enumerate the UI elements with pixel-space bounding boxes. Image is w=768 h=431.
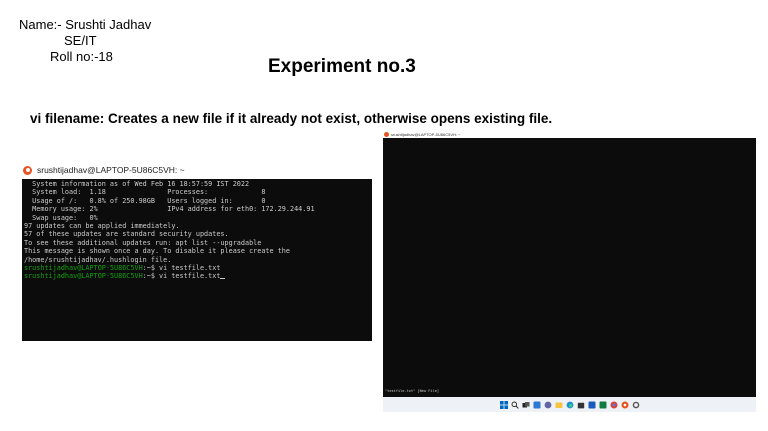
prompt-line: srushtijadhav@LAPTOP-5U86C5VH:~$ vi test… xyxy=(24,272,370,280)
terminal-window-right: srushtijadhav@LAPTOP-5U86C5VH: ~ "testfi… xyxy=(383,130,756,412)
terminal-titlebar: srushtijadhav@LAPTOP-5U86C5VH: ~ xyxy=(22,161,372,179)
task-view-icon[interactable] xyxy=(521,400,530,409)
excel-icon[interactable] xyxy=(598,400,607,409)
terminal-line: To see these additional updates run: apt… xyxy=(24,238,262,247)
ubuntu-icon xyxy=(23,165,32,175)
terminal-line: This message is shown once a day. To dis… xyxy=(24,247,290,256)
vi-status-line: "testfile.txt" [New File] xyxy=(385,389,440,393)
terminal-window-left: srushtijadhav@LAPTOP-5U86C5VH: ~ System … xyxy=(22,161,372,341)
terminal-line: 57 of these updates are standard securit… xyxy=(24,230,229,239)
student-name: Name:- Srushti Jadhav xyxy=(19,17,152,32)
prompt-user: srushtijadhav@LAPTOP-5U86C5VH xyxy=(24,264,143,273)
edge-icon[interactable] xyxy=(565,400,574,409)
chrome-icon[interactable] xyxy=(609,400,618,409)
command-text: vi testfile.txt xyxy=(159,272,221,281)
terminal-output: System information as of Wed Feb 16 18:5… xyxy=(22,179,372,282)
file-explorer-icon[interactable] xyxy=(554,400,563,409)
prompt-line: srushtijadhav@LAPTOP-5U86C5VH:~$ vi test… xyxy=(24,264,370,272)
page-title: Experiment no.3 xyxy=(268,56,416,77)
word-icon[interactable] xyxy=(587,400,596,409)
search-icon[interactable] xyxy=(510,400,519,409)
prompt-suffix: :~$ xyxy=(142,264,160,273)
student-class: SE/IT xyxy=(64,33,97,48)
terminal-titlebar: srushtijadhav@LAPTOP-5U86C5VH: ~ xyxy=(383,130,756,138)
command-description: vi filename: Creates a new file if it al… xyxy=(30,111,553,126)
student-roll: Roll no:-18 xyxy=(50,49,113,64)
terminal-line: 97 updates can be applied immediately. xyxy=(24,222,180,231)
settings-icon[interactable] xyxy=(631,400,640,409)
terminal-line: Swap usage: 0% xyxy=(24,213,98,222)
terminal-title: srushtijadhav@LAPTOP-5U86C5VH: ~ xyxy=(37,165,185,175)
prompt-suffix: :~$ xyxy=(142,272,160,281)
windows-taskbar xyxy=(383,397,756,412)
terminal-title: srushtijadhav@LAPTOP-5U86C5VH: ~ xyxy=(391,131,461,137)
windows-start-icon[interactable] xyxy=(499,400,508,409)
terminal-line: System information as of Wed Feb 16 18:5… xyxy=(24,180,250,188)
terminal-line: Usage of /: 0.8% of 250.98GB Users logge… xyxy=(24,196,266,205)
terminal-line: System load: 1.18 Processes: 8 xyxy=(24,188,266,197)
terminal-line: /home/srushtijadhav/.hushlogin file. xyxy=(24,255,172,264)
widgets-icon[interactable] xyxy=(532,400,541,409)
command-text: vi testfile.txt xyxy=(159,264,221,273)
ubuntu-icon xyxy=(384,131,389,137)
terminal-line: Memory usage: 2% IPv4 address for eth0: … xyxy=(24,205,315,214)
ubuntu-icon[interactable] xyxy=(620,400,629,409)
chat-icon[interactable] xyxy=(543,400,552,409)
store-icon[interactable] xyxy=(576,400,585,409)
text-cursor xyxy=(220,278,226,280)
prompt-user: srushtijadhav@LAPTOP-5U86C5VH xyxy=(24,272,143,281)
